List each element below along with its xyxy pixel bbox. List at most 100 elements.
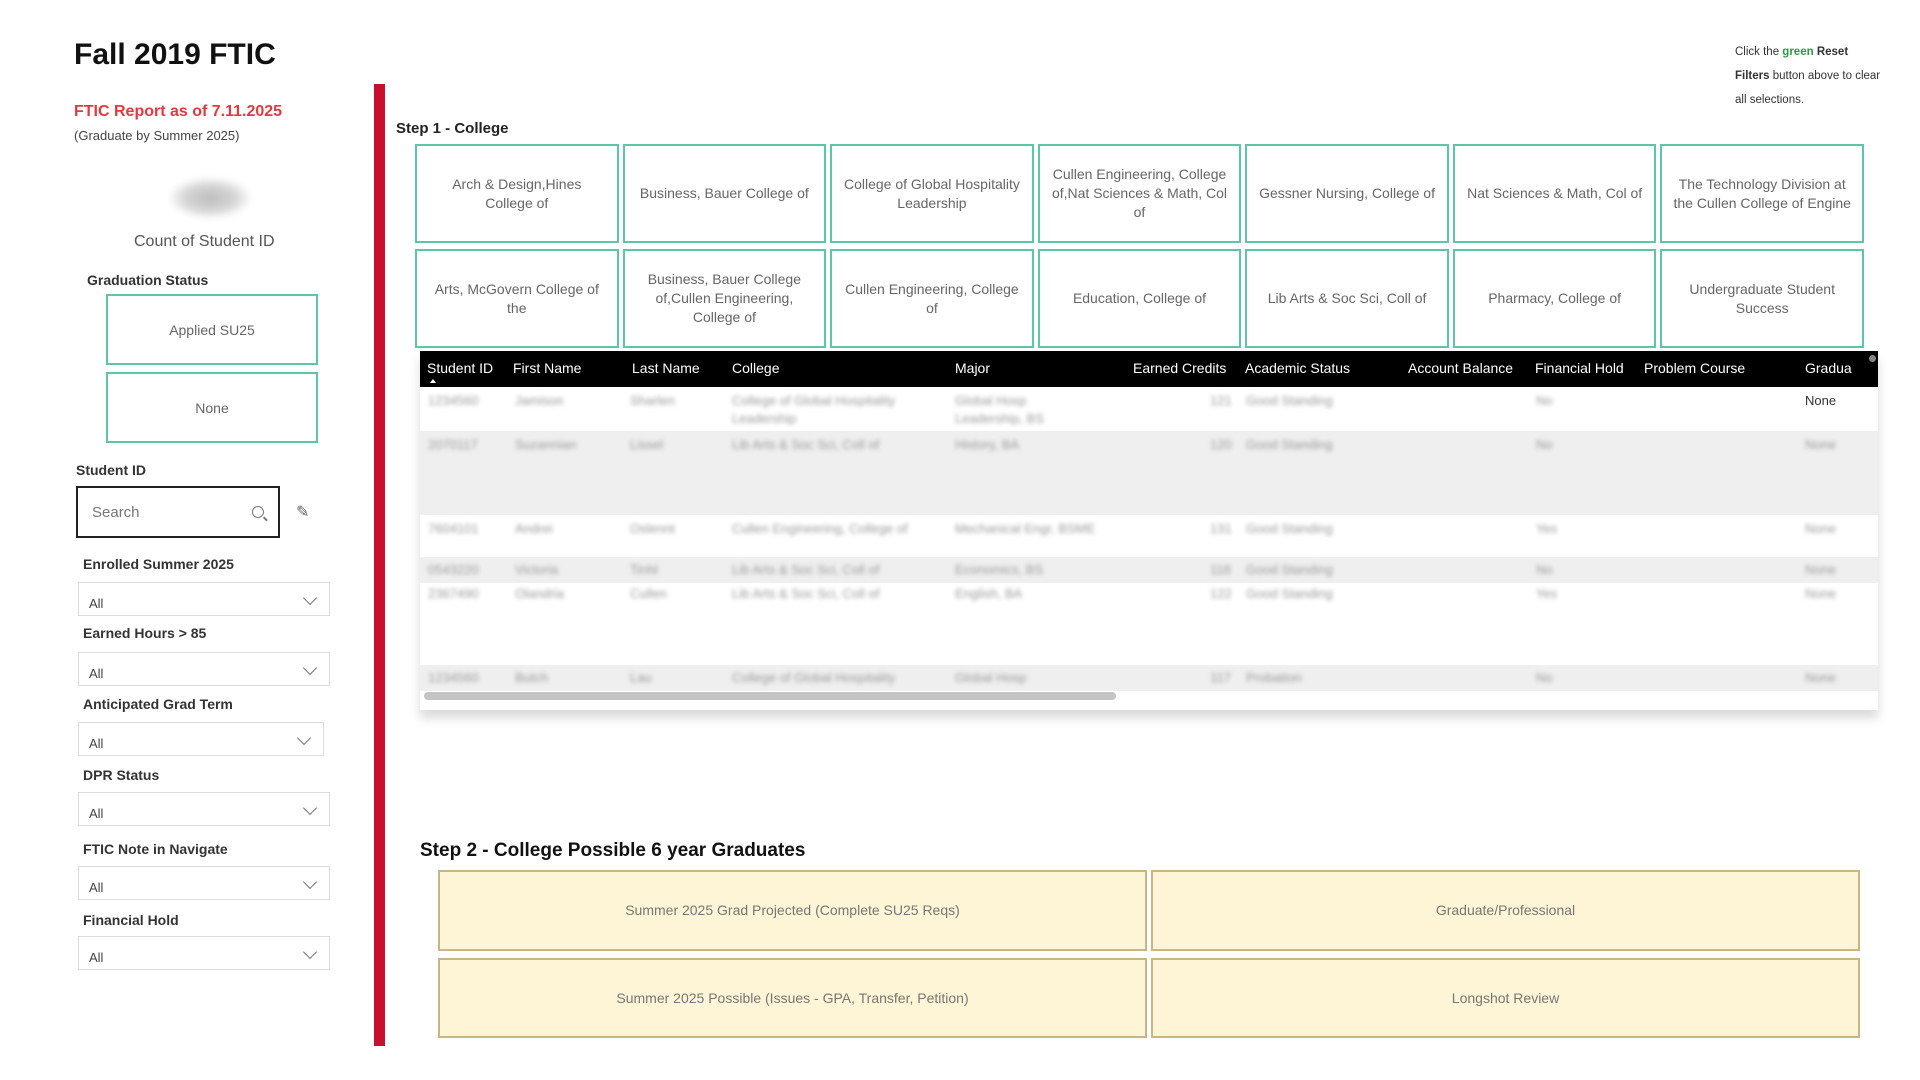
col-header-graduation[interactable]: Gradua — [1805, 360, 1852, 376]
cell-last-name: Cullen — [630, 586, 667, 601]
cell-earned-credits: 121 — [1210, 393, 1232, 408]
cell-college: Cullen Engineering, College of — [732, 521, 908, 536]
col-header-major[interactable]: Major — [955, 360, 990, 376]
page-title: Fall 2019 FTIC — [74, 38, 276, 71]
cell-earned-credits: 131 — [1210, 521, 1232, 536]
college-button[interactable]: Education, College of — [1037, 249, 1242, 348]
report-date: FTIC Report as of 7.11.2025 — [74, 103, 283, 120]
college-button[interactable]: Undergraduate Student Success — [1660, 249, 1864, 348]
table-row[interactable]: 7604101 Andrei Oslennt Cullen Engineerin… — [420, 515, 1878, 557]
dropdown-value: All — [89, 596, 104, 611]
cell-graduation: None — [1805, 670, 1837, 685]
filter-dropdown-earned-hours[interactable]: All — [78, 652, 330, 686]
cell-student-id: 2070117 — [428, 437, 478, 452]
cell-major: Economics, BS — [955, 562, 1044, 577]
cell-major: Global Hosp — [955, 393, 1027, 408]
cell-major: History, BA — [955, 437, 1020, 452]
cell-first-name: Suzannian — [515, 437, 577, 452]
filter-dropdown-enrolled-summer[interactable]: All — [78, 582, 330, 616]
college-button[interactable]: Lib Arts & Soc Sci, Coll of — [1245, 249, 1449, 348]
graduation-status-label: Graduation Status — [87, 272, 209, 288]
filter-dropdown-dpr-status[interactable]: All — [78, 792, 330, 826]
college-button[interactable]: Nat Sciences & Math, Col of — [1452, 144, 1657, 243]
scrollbar-indicator[interactable] — [1869, 355, 1876, 362]
chevron-down-icon — [296, 730, 312, 746]
col-header-academic-status[interactable]: Academic Status — [1245, 360, 1350, 376]
cell-graduation: None — [1805, 562, 1837, 577]
student-id-search-input[interactable]: Search — [76, 486, 280, 538]
step2-button-longshot-review[interactable]: Longshot Review — [1151, 957, 1860, 1038]
table-row[interactable]: 1234560 Butch Lau College of Global Hosp… — [420, 665, 1878, 691]
col-header-last-name[interactable]: Last Name — [632, 360, 700, 376]
cell-first-name: Olandria — [515, 586, 565, 601]
cell-first-name: Butch — [515, 670, 549, 685]
step2-button-possible-issues[interactable]: Summer 2025 Possible (Issues - GPA, Tran… — [438, 957, 1147, 1038]
cell-college: Lib Arts & Soc Sci, Coll of — [732, 586, 880, 601]
graduation-status-none[interactable]: None — [106, 372, 318, 443]
report-subtitle: (Graduate by Summer 2025) — [74, 128, 240, 143]
chevron-down-icon — [302, 660, 318, 676]
table-row[interactable]: 0543220 Victoria Tinhl Lib Arts & Soc Sc… — [420, 557, 1878, 583]
table-header: Student ID First Name Last Name College … — [420, 351, 1878, 387]
college-button[interactable]: Arts, McGovern College of the — [415, 249, 619, 348]
cell-first-name: Andrei — [515, 521, 553, 536]
table-row[interactable]: 2367490 Olandria Cullen Lib Arts & Soc S… — [420, 583, 1878, 665]
cell-financial-hold: No — [1536, 562, 1553, 577]
college-button[interactable]: College of Global Hospitality Leadership — [830, 144, 1034, 243]
cell-financial-hold: Yes — [1536, 586, 1558, 601]
cell-financial-hold: No — [1536, 437, 1553, 452]
college-button[interactable]: Cullen Engineering, College of — [830, 249, 1034, 348]
filter-dropdown-ftic-note[interactable]: All — [78, 866, 330, 900]
cell-last-name: Sharlen — [630, 393, 675, 408]
horizontal-scrollbar[interactable] — [424, 692, 1116, 700]
chevron-down-icon — [302, 944, 318, 960]
cell-earned-credits: 120 — [1210, 437, 1232, 452]
cell-earned-credits: 122 — [1210, 586, 1232, 601]
cell-first-name: Victoria — [515, 562, 559, 577]
college-button[interactable]: Arch & Design,Hines College of — [415, 144, 619, 243]
col-header-first-name[interactable]: First Name — [513, 360, 581, 376]
cell-graduation: None — [1805, 437, 1837, 452]
cell-student-id: 1234560 — [428, 670, 479, 685]
college-button[interactable]: Cullen Engineering, College of,Nat Scien… — [1037, 144, 1242, 243]
col-header-financial-hold[interactable]: Financial Hold — [1535, 360, 1624, 376]
step1-title: Step 1 - College — [396, 120, 509, 137]
college-button[interactable]: Business, Bauer College of,Cullen Engine… — [622, 249, 827, 348]
cell-academic-status: Good Standing — [1246, 521, 1333, 536]
chevron-down-icon — [302, 590, 318, 606]
dropdown-value: All — [89, 736, 104, 751]
step2-button-graduate-professional[interactable]: Graduate/Professional — [1151, 870, 1860, 951]
table-row[interactable]: 2070117 Suzannian Lissel Lib Arts & Soc … — [420, 431, 1878, 515]
col-header-earned-credits[interactable]: Earned Credits — [1133, 360, 1226, 376]
college-button[interactable]: Pharmacy, College of — [1452, 249, 1657, 348]
col-header-account-balance[interactable]: Account Balance — [1408, 360, 1513, 376]
cell-academic-status: Good Standing — [1246, 393, 1333, 408]
eraser-icon[interactable]: ✎ — [296, 502, 309, 522]
count-card-label: Count of Student ID — [134, 233, 275, 250]
graduation-status-applied-su25[interactable]: Applied SU25 — [106, 294, 318, 365]
search-icon — [252, 506, 264, 518]
table-row[interactable]: 1234560 Jamison Sharlen College of Globa… — [420, 387, 1878, 431]
college-button[interactable]: Gessner Nursing, College of — [1245, 144, 1449, 243]
reset-note-green: green — [1782, 46, 1814, 58]
search-placeholder: Search — [92, 503, 140, 521]
cell-financial-hold: No — [1536, 393, 1553, 408]
cell-last-name: Oslennt — [630, 521, 675, 536]
college-button[interactable]: Business, Bauer College of — [622, 144, 827, 243]
reset-filters-note: Click the green Reset Filters button abo… — [1735, 40, 1885, 112]
chevron-down-icon — [302, 800, 318, 816]
filter-label-enrolled-summer: Enrolled Summer 2025 — [83, 556, 234, 572]
filter-dropdown-anticipated-grad-term[interactable]: All — [78, 722, 324, 756]
col-header-problem-course[interactable]: Problem Course — [1644, 360, 1745, 376]
cell-earned-credits: 117 — [1210, 670, 1231, 685]
college-button[interactable]: The Technology Division at the Cullen Co… — [1660, 144, 1864, 243]
step2-button-grad-projected[interactable]: Summer 2025 Grad Projected (Complete SU2… — [438, 870, 1147, 951]
cell-graduation: None — [1805, 521, 1837, 536]
col-header-student-id[interactable]: Student ID — [427, 360, 493, 376]
cell-major: Global Hosp — [955, 670, 1027, 685]
col-header-college[interactable]: College — [732, 360, 779, 376]
cell-financial-hold: No — [1536, 670, 1553, 685]
chevron-down-icon — [302, 874, 318, 890]
sort-ascending-icon — [430, 379, 436, 383]
filter-dropdown-financial-hold[interactable]: All — [78, 936, 330, 970]
